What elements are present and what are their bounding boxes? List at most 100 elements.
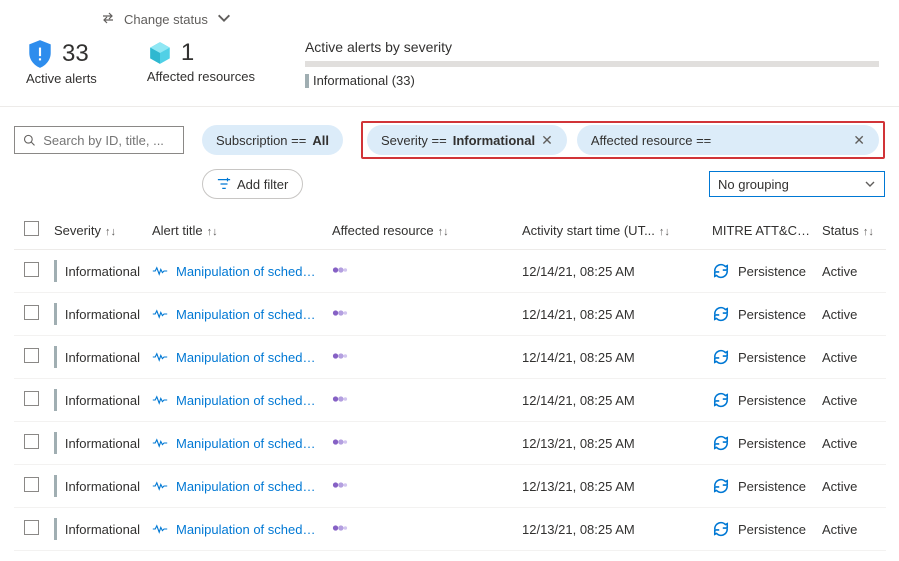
activity-icon bbox=[152, 308, 168, 320]
severity-bar-icon bbox=[54, 389, 57, 411]
active-alerts-label: Active alerts bbox=[26, 71, 97, 86]
resource-icon bbox=[332, 436, 348, 448]
persistence-icon bbox=[712, 263, 730, 279]
table-row[interactable]: InformationalManipulation of schedu...12… bbox=[14, 250, 886, 293]
highlighted-filters: Severity == Informational ✕ Affected res… bbox=[361, 121, 885, 159]
activity-time: 12/14/21, 08:25 AM bbox=[516, 293, 706, 336]
table-row[interactable]: InformationalManipulation of schedu...12… bbox=[14, 508, 886, 551]
activity-time: 12/13/21, 08:25 AM bbox=[516, 465, 706, 508]
filter-severity[interactable]: Severity == Informational ✕ bbox=[367, 125, 567, 155]
alert-title-link[interactable]: Manipulation of schedu... bbox=[176, 350, 320, 365]
severity-text: Informational bbox=[65, 350, 140, 365]
row-checkbox[interactable] bbox=[24, 348, 39, 363]
row-checkbox[interactable] bbox=[24, 391, 39, 406]
activity-icon bbox=[152, 437, 168, 449]
toolbar: Change status bbox=[0, 0, 899, 35]
filter-toolbar: Subscription == All Severity == Informat… bbox=[0, 107, 899, 551]
status-text: Active bbox=[816, 250, 886, 293]
filter-plus-icon bbox=[217, 177, 231, 191]
severity-text: Informational bbox=[65, 522, 140, 537]
col-status[interactable]: Status↑↓ bbox=[816, 213, 886, 250]
alert-title-link[interactable]: Manipulation of schedu... bbox=[176, 436, 320, 451]
grouping-select[interactable]: No grouping bbox=[709, 171, 885, 197]
col-severity[interactable]: Severity↑↓ bbox=[48, 213, 146, 250]
persistence-icon bbox=[712, 478, 730, 494]
alert-title-link[interactable]: Manipulation of schedu... bbox=[176, 393, 320, 408]
status-text: Active bbox=[816, 422, 886, 465]
select-all-checkbox[interactable] bbox=[24, 221, 39, 236]
persistence-icon bbox=[712, 349, 730, 365]
activity-time: 12/13/21, 08:25 AM bbox=[516, 422, 706, 465]
severity-chip-icon bbox=[305, 74, 309, 88]
close-icon[interactable]: ✕ bbox=[853, 132, 865, 149]
col-time[interactable]: Activity start time (UT...↑↓ bbox=[516, 213, 706, 250]
mitre-tactic: Persistence bbox=[738, 479, 806, 494]
severity-bar-icon bbox=[54, 518, 57, 540]
severity-bar-icon bbox=[54, 260, 57, 282]
severity-bar bbox=[305, 61, 879, 67]
mitre-tactic: Persistence bbox=[738, 522, 806, 537]
change-status-button[interactable]: Change status bbox=[124, 12, 208, 27]
row-checkbox[interactable] bbox=[24, 477, 39, 492]
filter-subscription[interactable]: Subscription == All bbox=[202, 125, 343, 155]
close-icon[interactable]: ✕ bbox=[541, 132, 553, 149]
alert-title-link[interactable]: Manipulation of schedu... bbox=[176, 479, 320, 494]
shield-icon bbox=[26, 39, 54, 69]
activity-time: 12/14/21, 08:25 AM bbox=[516, 250, 706, 293]
activity-icon bbox=[152, 480, 168, 492]
severity-title: Active alerts by severity bbox=[305, 39, 879, 55]
table-row[interactable]: Informational Manipulation of schedu... 12… bbox=[14, 422, 886, 465]
activity-time: 12/14/21, 08:25 AM bbox=[516, 336, 706, 379]
persistence-icon bbox=[712, 392, 730, 408]
persistence-icon bbox=[712, 435, 730, 451]
metric-affected-resources: 1 Affected resources bbox=[147, 39, 255, 84]
severity-bar-icon bbox=[54, 475, 57, 497]
status-text: Active bbox=[816, 293, 886, 336]
col-resource[interactable]: Affected resource↑↓ bbox=[326, 213, 516, 250]
status-text: Active bbox=[816, 465, 886, 508]
row-checkbox[interactable] bbox=[24, 262, 39, 277]
filter-affected-resource[interactable]: Affected resource == ✕ bbox=[577, 125, 879, 155]
col-title[interactable]: Alert title↑↓ bbox=[146, 213, 326, 250]
severity-text: Informational bbox=[65, 307, 140, 322]
active-alerts-count: 33 bbox=[62, 40, 89, 68]
add-filter-button[interactable]: Add filter bbox=[202, 169, 303, 199]
row-checkbox[interactable] bbox=[24, 520, 39, 535]
row-checkbox[interactable] bbox=[24, 434, 39, 449]
metric-active-alerts: 33 Active alerts bbox=[26, 39, 97, 86]
resource-icon bbox=[332, 522, 348, 534]
affected-resources-count: 1 bbox=[181, 39, 194, 67]
severity-text: Informational bbox=[65, 436, 140, 451]
table-row[interactable]: InformationalManipulation of schedu...12… bbox=[14, 379, 886, 422]
status-text: Active bbox=[816, 379, 886, 422]
resource-icon bbox=[332, 479, 348, 491]
table-row[interactable]: Informational Manipulation of schedu... 12… bbox=[14, 465, 886, 508]
chevron-down-icon bbox=[864, 178, 876, 190]
search-field[interactable] bbox=[41, 132, 175, 149]
mitre-tactic: Persistence bbox=[738, 307, 806, 322]
severity-summary: Active alerts by severity Informational … bbox=[305, 39, 879, 88]
cube-icon bbox=[147, 40, 173, 66]
col-mitre[interactable]: MITRE ATT&CK... bbox=[706, 213, 816, 250]
swap-icon bbox=[100, 10, 116, 29]
severity-bar-icon bbox=[54, 432, 57, 454]
severity-text: Informational bbox=[65, 479, 140, 494]
resource-icon bbox=[332, 307, 348, 319]
alert-title-link[interactable]: Manipulation of schedu... bbox=[176, 522, 320, 537]
alert-title-link[interactable]: Manipulation of schedu... bbox=[176, 307, 320, 322]
search-input[interactable] bbox=[14, 126, 184, 154]
persistence-icon bbox=[712, 306, 730, 322]
mitre-tactic: Persistence bbox=[738, 393, 806, 408]
table-row[interactable]: Informational Manipulation of schedu... 12… bbox=[14, 336, 886, 379]
resource-icon bbox=[332, 350, 348, 362]
table-row[interactable]: Informational Manipulation of schedu... 12… bbox=[14, 293, 886, 336]
resource-icon bbox=[332, 264, 348, 276]
row-checkbox[interactable] bbox=[24, 305, 39, 320]
activity-time: 12/14/21, 08:25 AM bbox=[516, 379, 706, 422]
resource-icon bbox=[332, 393, 348, 405]
status-text: Active bbox=[816, 508, 886, 551]
severity-bar-icon bbox=[54, 303, 57, 325]
mitre-tactic: Persistence bbox=[738, 264, 806, 279]
search-icon bbox=[23, 133, 35, 147]
alert-title-link[interactable]: Manipulation of schedu... bbox=[176, 264, 320, 279]
